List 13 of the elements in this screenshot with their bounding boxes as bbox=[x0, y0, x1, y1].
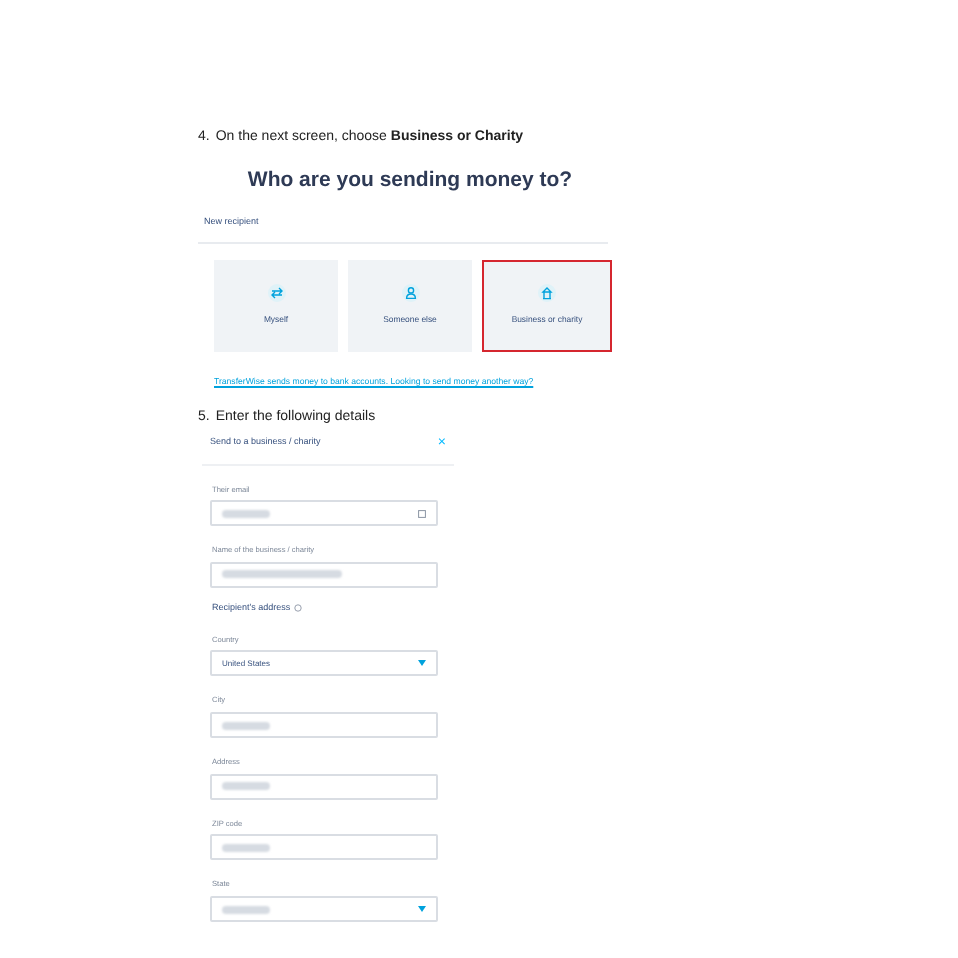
info-icon bbox=[294, 604, 303, 613]
input-field[interactable] bbox=[210, 561, 438, 588]
arrows-icon bbox=[267, 284, 285, 303]
input-field[interactable] bbox=[210, 712, 438, 738]
select-field[interactable] bbox=[210, 896, 438, 923]
building-icon bbox=[538, 284, 556, 303]
input-field[interactable] bbox=[210, 500, 438, 527]
page-title: Who are you sending money to? bbox=[245, 165, 575, 195]
caret-icon bbox=[418, 660, 426, 667]
caret-icon bbox=[418, 906, 426, 913]
input-field[interactable] bbox=[210, 773, 438, 800]
input-field[interactable] bbox=[210, 834, 438, 861]
person-icon bbox=[401, 284, 419, 303]
